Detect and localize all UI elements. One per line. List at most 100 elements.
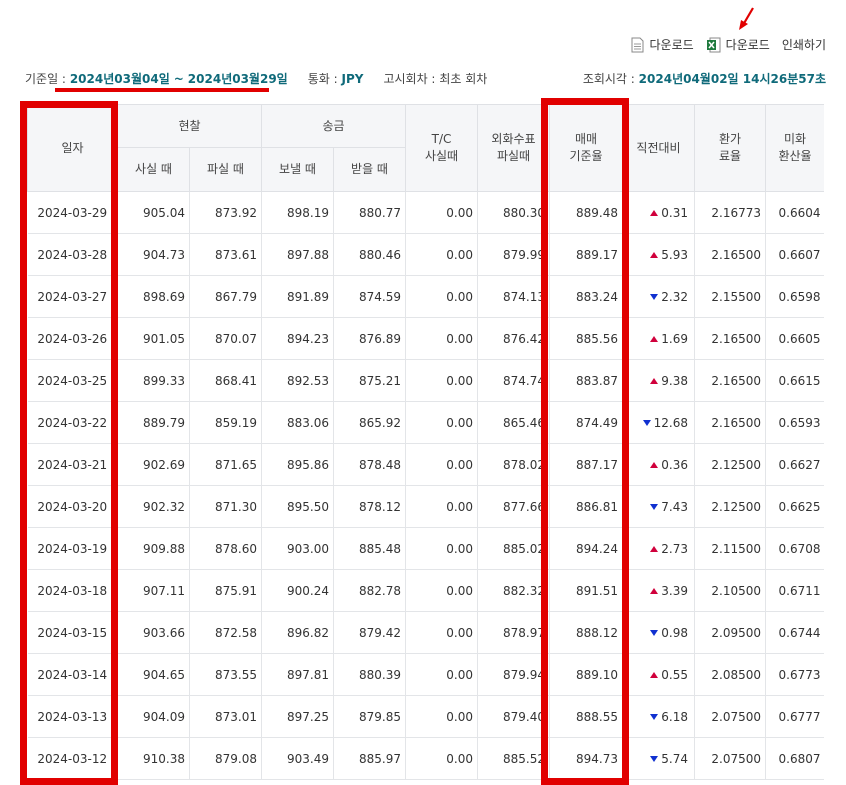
change-value: 9.38 <box>661 373 688 388</box>
cell-usd-rate: 0.6593 <box>765 401 824 444</box>
cell-check: 885.02 <box>477 527 550 570</box>
cell-cash-sell: 878.60 <box>189 527 262 570</box>
table-row: 2024-03-29 905.04 873.92 898.19 880.77 0.00 88… <box>27 191 824 234</box>
cell-usd-rate: 0.6598 <box>765 275 824 318</box>
annotation-arrow-icon <box>739 7 754 30</box>
table-row: 2024-03-14 904.65 873.55 897.81 880.39 0.00 87… <box>27 653 824 696</box>
header-remit-receive: 받을 때 <box>333 147 406 192</box>
table-row: 2024-03-21 902.69 871.65 895.86 878.48 0.00 87… <box>27 443 824 486</box>
cell-usd-rate: 0.6744 <box>765 611 824 654</box>
cell-remit-send: 903.49 <box>261 737 334 780</box>
change-value: 7.43 <box>661 499 688 514</box>
triangle-up-icon <box>650 335 659 342</box>
header-usd: 미화 환산율 <box>765 104 824 192</box>
cell-cash-buy: 902.32 <box>117 485 190 528</box>
triangle-up-icon <box>650 545 659 552</box>
cell-remit-receive: 885.48 <box>333 527 406 570</box>
cell-date: 2024-03-20 <box>27 485 118 528</box>
cell-fee-rate: 2.07500 <box>694 695 766 738</box>
cell-remit-send: 897.88 <box>261 233 334 276</box>
cell-cash-buy: 902.69 <box>117 443 190 486</box>
cell-cash-buy: 899.33 <box>117 359 190 402</box>
cell-base-rate: 889.17 <box>549 233 623 276</box>
triangle-down-icon <box>650 629 659 636</box>
triangle-up-icon <box>650 377 659 384</box>
cell-change: 7.43 <box>622 485 695 528</box>
cell-cash-buy: 904.65 <box>117 653 190 696</box>
cell-date: 2024-03-22 <box>27 401 118 444</box>
triangle-up-icon <box>650 671 659 678</box>
currency-label: 통화 : <box>307 72 338 86</box>
cell-check: 876.42 <box>477 317 550 360</box>
cell-tc: 0.00 <box>405 275 478 318</box>
triangle-up-icon <box>650 587 659 594</box>
print-button[interactable]: 인쇄하기 <box>782 36 826 53</box>
cell-base-rate: 887.17 <box>549 443 623 486</box>
cell-check: 865.46 <box>477 401 550 444</box>
cell-fee-rate: 2.07500 <box>694 737 766 780</box>
rate-table-container: 일자 현찰 송금 T/C 사실때 외화수표 파실때 매매 기준율 직전대비 환가 료율 … <box>27 104 824 785</box>
cell-fee-rate: 2.16500 <box>694 359 766 402</box>
download-pdf-button[interactable]: 다운로드 <box>631 36 694 53</box>
cell-remit-send: 903.00 <box>261 527 334 570</box>
table-row: 2024-03-26 901.05 870.07 894.23 876.89 0.00 87… <box>27 317 824 360</box>
cell-cash-buy: 898.69 <box>117 275 190 318</box>
header-remit-send: 보낼 때 <box>261 147 334 192</box>
cell-remit-receive: 878.12 <box>333 485 406 528</box>
info-row: 기준일 : 2024년03월04일 ~ 2024년03월29일 통화 : JPY… <box>25 70 826 87</box>
cell-usd-rate: 0.6777 <box>765 695 824 738</box>
cell-remit-send: 895.86 <box>261 443 334 486</box>
cell-base-rate: 886.81 <box>549 485 623 528</box>
cell-change: 0.31 <box>622 191 695 234</box>
cell-cash-sell: 871.30 <box>189 485 262 528</box>
cell-usd-rate: 0.6711 <box>765 569 824 612</box>
cell-usd-rate: 0.6625 <box>765 485 824 528</box>
currency-value: JPY <box>341 71 364 86</box>
download-excel-button[interactable]: 다운로드 <box>706 36 770 53</box>
cell-change: 1.69 <box>622 317 695 360</box>
cell-change: 2.32 <box>622 275 695 318</box>
cell-cash-sell: 879.08 <box>189 737 262 780</box>
header-cash-sell: 파실 때 <box>189 147 262 192</box>
cell-tc: 0.00 <box>405 695 478 738</box>
notice-value: 최초 회차 <box>439 72 488 86</box>
cell-fee-rate: 2.09500 <box>694 611 766 654</box>
cell-remit-send: 883.06 <box>261 401 334 444</box>
date-separator: ~ <box>173 71 184 86</box>
cell-usd-rate: 0.6605 <box>765 317 824 360</box>
cell-tc: 0.00 <box>405 401 478 444</box>
cell-base-rate: 889.10 <box>549 653 623 696</box>
cell-check: 874.74 <box>477 359 550 402</box>
cell-check: 878.97 <box>477 611 550 654</box>
query-time-value: 2024년04월02일 14시26분57초 <box>638 72 826 86</box>
cell-base-rate: 874.49 <box>549 401 623 444</box>
triangle-down-icon <box>642 419 651 426</box>
triangle-up-icon <box>650 461 659 468</box>
cell-change: 0.36 <box>622 443 695 486</box>
change-value: 0.98 <box>661 625 688 640</box>
exchange-rate-table: 일자 현찰 송금 T/C 사실때 외화수표 파실때 매매 기준율 직전대비 환가 료율 … <box>27 104 824 780</box>
cell-remit-send: 900.24 <box>261 569 334 612</box>
cell-remit-receive: 882.78 <box>333 569 406 612</box>
cell-date: 2024-03-21 <box>27 443 118 486</box>
cell-remit-receive: 875.21 <box>333 359 406 402</box>
cell-check: 874.13 <box>477 275 550 318</box>
change-value: 2.32 <box>661 289 688 304</box>
change-value: 6.18 <box>661 709 688 724</box>
cell-change: 5.74 <box>622 737 695 780</box>
document-icon <box>631 37 644 52</box>
cell-remit-send: 894.23 <box>261 317 334 360</box>
cell-remit-send: 898.19 <box>261 191 334 234</box>
cell-cash-sell: 867.79 <box>189 275 262 318</box>
triangle-down-icon <box>650 503 659 510</box>
cell-remit-send: 895.50 <box>261 485 334 528</box>
download-excel-label: 다운로드 <box>725 38 770 52</box>
date-to: 2024년03월29일 <box>187 72 288 86</box>
table-row: 2024-03-13 904.09 873.01 897.25 879.85 0.00 87… <box>27 695 824 738</box>
cell-base-rate: 888.55 <box>549 695 623 738</box>
cell-usd-rate: 0.6807 <box>765 737 824 780</box>
table-row: 2024-03-19 909.88 878.60 903.00 885.48 0.00 88… <box>27 527 824 570</box>
cell-base-rate: 883.87 <box>549 359 623 402</box>
cell-base-rate: 894.24 <box>549 527 623 570</box>
cell-fee-rate: 2.10500 <box>694 569 766 612</box>
